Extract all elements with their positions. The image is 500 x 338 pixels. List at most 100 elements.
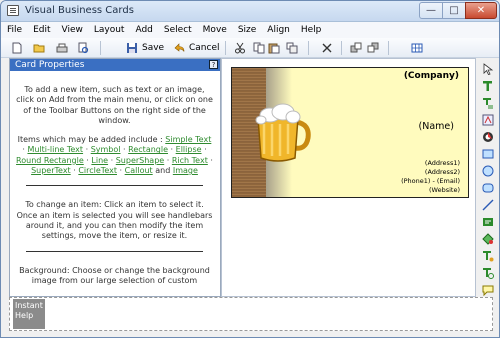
new-button[interactable] — [11, 41, 23, 55]
multiline-text-icon — [482, 97, 493, 108]
toolbar-separator — [225, 41, 226, 55]
link-image[interactable]: Image — [173, 166, 198, 175]
supertext-icon — [482, 250, 493, 261]
tool-circletext[interactable] — [481, 266, 494, 279]
panel-title: Card Properties — [15, 60, 85, 70]
items-and: and — [155, 166, 171, 176]
instant-help-label: Instant Help — [13, 299, 45, 329]
link-callout[interactable]: Callout — [125, 166, 153, 175]
send-back-button[interactable] — [367, 41, 379, 55]
business-card[interactable]: (Company) (Name) (Address1) (Address2) (… — [231, 67, 469, 198]
card-company[interactable]: (Company) — [404, 71, 459, 81]
save-icon — [127, 43, 137, 53]
menu-add[interactable]: Add — [135, 25, 152, 35]
duplicate-icon — [286, 42, 298, 54]
link-multi-line-text[interactable]: Multi-line Text — [27, 145, 83, 154]
link-line[interactable]: Line — [91, 156, 108, 165]
menu-edit[interactable]: Edit — [33, 25, 50, 35]
minimize-button[interactable]: — — [419, 2, 443, 19]
save-label: Save — [142, 43, 165, 53]
menu-move[interactable]: Move — [203, 25, 227, 35]
tool-ellipse[interactable] — [481, 164, 494, 177]
menu-layout[interactable]: Layout — [94, 25, 125, 35]
tool-symbol[interactable] — [481, 113, 494, 126]
tool-multiline-text[interactable] — [481, 96, 494, 109]
supershape-icon — [481, 232, 494, 245]
menu-file[interactable]: File — [7, 25, 22, 35]
open-button[interactable] — [33, 41, 45, 55]
link-supertext[interactable]: SuperText — [31, 166, 71, 175]
card-phone-email[interactable]: (Phone1) - (Email) — [401, 177, 460, 185]
print-button[interactable] — [56, 41, 68, 55]
grid-button[interactable] — [411, 41, 423, 55]
rich-text-icon — [482, 217, 493, 226]
toolbar-separator — [308, 41, 309, 55]
ellipse-icon — [482, 165, 493, 176]
bring-front-button[interactable] — [350, 41, 362, 55]
link-ellipse[interactable]: Ellipse — [176, 145, 202, 154]
menu-select[interactable]: Select — [164, 25, 192, 35]
duplicate-button[interactable] — [286, 41, 298, 55]
card-address2[interactable]: (Address2) — [425, 168, 460, 176]
pointer-arrow-icon — [483, 62, 493, 75]
close-button[interactable]: ✕ — [465, 2, 497, 19]
preview-button[interactable] — [77, 41, 89, 55]
tool-rich-text[interactable] — [481, 215, 494, 228]
paste-button[interactable] — [268, 41, 280, 55]
tool-simple-text[interactable] — [481, 79, 494, 92]
callout-bubble-icon — [482, 285, 493, 296]
link-simple-text[interactable]: Simple Text — [165, 135, 211, 144]
change-item-text: To change an item: Click an item to sele… — [16, 200, 213, 241]
card-properties-panel: Card Properties ? To add a new item, suc… — [9, 58, 221, 297]
intro-text: To add a new item, such as text or an im… — [16, 85, 213, 125]
print-preview-icon — [78, 42, 89, 54]
folder-icon — [33, 44, 45, 53]
undo-arrow-icon — [174, 43, 185, 52]
tool-callout[interactable] — [481, 283, 494, 296]
link-supershape[interactable]: SuperShape — [116, 156, 165, 165]
tool-supershape[interactable] — [481, 232, 494, 245]
app-window: Visual Business Cards — □ ✕ File Edit Vi… — [0, 0, 500, 338]
circletext-icon — [482, 267, 494, 279]
menu-help[interactable]: Help — [301, 25, 322, 35]
beer-mug-image[interactable] — [248, 98, 318, 168]
toolbar-separator — [341, 41, 342, 55]
tool-image[interactable] — [481, 130, 494, 143]
items-paragraph: Items which may be added include : Simpl… — [16, 135, 213, 176]
menu-align[interactable]: Align — [267, 25, 290, 35]
link-rectangle[interactable]: Rectangle — [128, 145, 168, 154]
card-website[interactable]: (Website) — [429, 186, 460, 194]
card-canvas[interactable]: (Company) (Name) (Address1) (Address2) (… — [221, 58, 476, 297]
card-name[interactable]: (Name) — [419, 121, 454, 132]
tool-select[interactable] — [481, 62, 494, 75]
items-prefix: Items which may be added include : — [17, 135, 163, 145]
app-icon — [7, 5, 19, 16]
link-round-rectangle[interactable]: Round Rectangle — [16, 156, 84, 165]
text-t-icon — [482, 80, 492, 91]
save-button[interactable]: Save — [126, 41, 164, 55]
tool-line[interactable] — [481, 198, 494, 211]
copy-button[interactable] — [253, 41, 265, 55]
copy-icon — [253, 42, 265, 54]
delete-button[interactable] — [321, 41, 333, 55]
maximize-button[interactable]: □ — [442, 2, 466, 19]
instant-help-box: Instant Help — [9, 297, 493, 331]
link-symbol[interactable]: Symbol — [91, 145, 121, 154]
cut-button[interactable] — [234, 41, 246, 55]
symbol-icon — [482, 114, 493, 125]
tool-round-rectangle[interactable] — [481, 181, 494, 194]
toolbar-separator — [100, 41, 101, 55]
help-question-icon[interactable]: ? — [209, 60, 218, 69]
link-rich-text[interactable]: Rich Text — [172, 156, 208, 165]
new-file-icon — [12, 42, 22, 54]
menu-bar: File Edit View Layout Add Select Move Si… — [1, 22, 499, 38]
menu-size[interactable]: Size — [238, 25, 256, 35]
cancel-button[interactable]: Cancel — [173, 41, 220, 55]
link-circletext[interactable]: CircleText — [78, 166, 117, 175]
tool-supertext[interactable] — [481, 249, 494, 262]
panel-header: Card Properties ? — [10, 59, 220, 71]
line-icon — [482, 199, 493, 210]
menu-view[interactable]: View — [62, 25, 83, 35]
tool-rectangle[interactable] — [481, 147, 494, 160]
card-address1[interactable]: (Address1) — [425, 159, 460, 167]
